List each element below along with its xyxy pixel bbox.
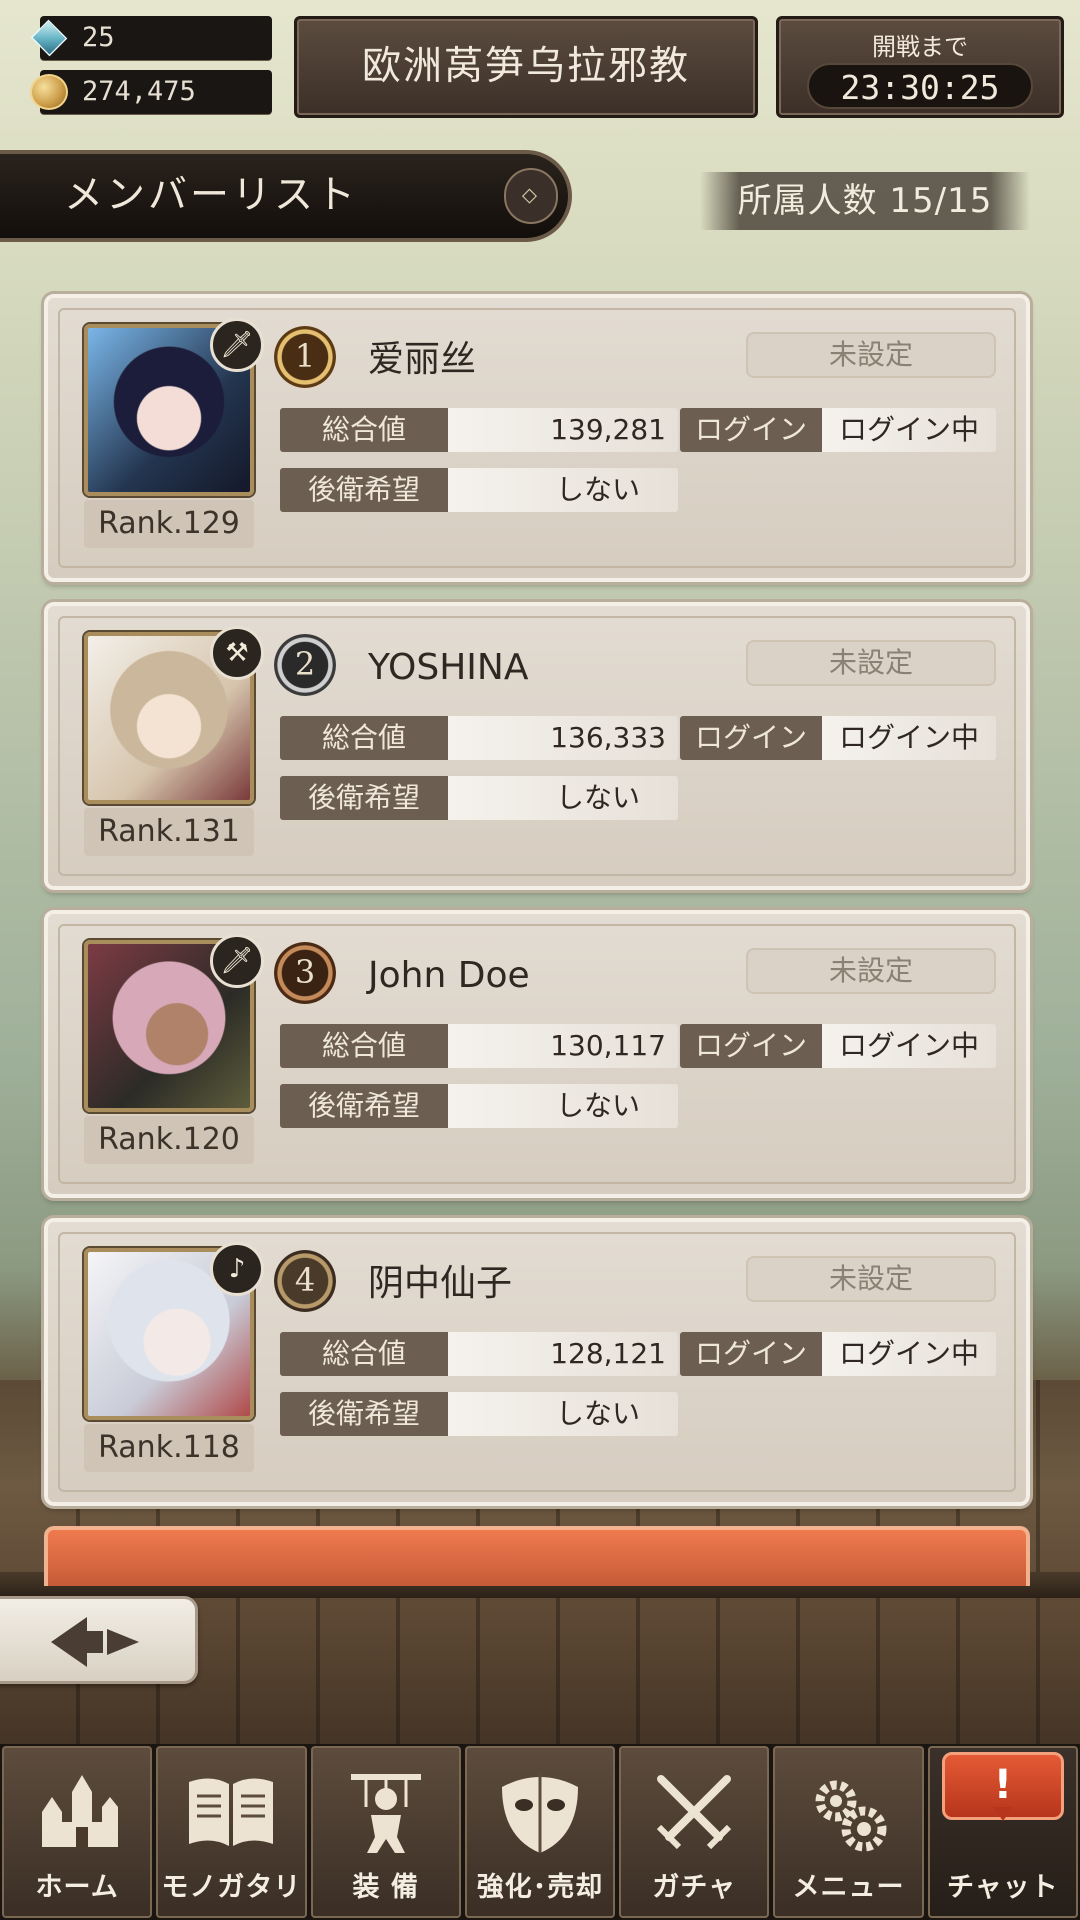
sword-icon: 🗡 (210, 318, 264, 372)
nav-home-label: ホーム (35, 1872, 119, 1903)
rear-guard-label: 後衛希望 (280, 1392, 448, 1436)
bottom-navigation: ホーム モノガタリ 装 備 強化･売却 ガチャ メニュー ! チャット (0, 1744, 1080, 1920)
chat-alert-icon: ! (941, 1752, 1064, 1821)
back-button[interactable] (0, 1596, 198, 1684)
login-label: ログイン (680, 1024, 822, 1068)
login-value: ログイン中 (822, 408, 996, 452)
gem-icon (30, 19, 68, 57)
member-name: 阴中仙子 (368, 1263, 513, 1304)
nav-enhance-label: 強化･売却 (476, 1872, 604, 1903)
login-value: ログイン中 (822, 1332, 996, 1376)
member-rank: Rank.129 (84, 500, 254, 548)
puppet-icon (313, 1762, 459, 1862)
role-status-badge: 未設定 (746, 948, 996, 994)
member-name: 爱丽丝 (368, 339, 477, 380)
login-value: ログイン中 (822, 716, 996, 760)
member-card[interactable]: 🗡 Rank.129 1 爱丽丝 未設定 総合値 139,281 ログイン ログ… (44, 294, 1030, 582)
gold-counter: 274,475 (30, 70, 272, 114)
nav-story-label: モノガタリ (161, 1872, 302, 1903)
rear-guard-value: しない (448, 468, 678, 512)
total-value: 139,281 (448, 408, 678, 452)
member-list-header: メンバーリスト ⬦ (0, 150, 572, 242)
gears-icon (775, 1762, 921, 1862)
coin-icon (30, 74, 68, 110)
guild-name-plate: 欧洲莴笋乌拉邪教 (294, 16, 758, 118)
member-name: YOSHINA (368, 647, 529, 688)
total-label: 総合値 (280, 408, 448, 452)
member-card[interactable]: ⚒ Rank.131 2 YOSHINA 未設定 総合値 136,333 ログイ… (44, 602, 1030, 890)
ranking-medal: 1 (274, 326, 336, 388)
nav-chat-label: チャット (946, 1872, 1059, 1903)
total-label: 総合値 (280, 716, 448, 760)
ranking-medal: 4 (274, 1250, 336, 1312)
total-value: 128,121 (448, 1332, 678, 1376)
harp-icon: ♪ (210, 1242, 264, 1296)
sword-icon: 🗡 (210, 934, 264, 988)
rear-guard-value: しない (448, 1084, 678, 1128)
rear-guard-label: 後衛希望 (280, 1084, 448, 1128)
nav-gacha[interactable]: ガチャ (619, 1746, 770, 1918)
member-list-title: メンバーリスト (64, 173, 359, 218)
guild-name: 欧洲莴笋乌拉邪教 (361, 44, 690, 89)
battle-timer: 開戦まで 23:30:25 (776, 16, 1064, 118)
ranking-medal: 2 (274, 634, 336, 696)
gem-count: 25 (82, 22, 115, 53)
nav-story[interactable]: モノガタリ (156, 1746, 307, 1918)
rear-guard-label: 後衛希望 (280, 776, 448, 820)
login-label: ログイン (680, 1332, 822, 1376)
login-value: ログイン中 (822, 1024, 996, 1068)
nav-menu[interactable]: メニュー (773, 1746, 924, 1918)
member-rank: Rank.131 (84, 808, 254, 856)
castle-icon (4, 1762, 150, 1862)
total-label: 総合値 (280, 1332, 448, 1376)
member-rank: Rank.120 (84, 1116, 254, 1164)
login-label: ログイン (680, 408, 822, 452)
gem-counter: 25 (30, 16, 272, 60)
rear-guard-value: しない (448, 1392, 678, 1436)
member-card[interactable]: ♪ Rank.118 4 阴中仙子 未設定 総合値 128,121 ログイン ロ… (44, 1218, 1030, 1506)
member-card[interactable]: 🗡 Rank.120 3 John Doe 未設定 総合値 130,117 ログ… (44, 910, 1030, 1198)
nav-home[interactable]: ホーム (2, 1746, 153, 1918)
member-rank: Rank.118 (84, 1424, 254, 1472)
member-count: 所属人数 15/15 (700, 172, 1030, 230)
role-status-badge: 未設定 (746, 332, 996, 378)
role-status-badge: 未設定 (746, 640, 996, 686)
gold-count: 274,475 (82, 76, 196, 107)
nav-equipment-label: 装 備 (352, 1872, 419, 1903)
member-card-partial[interactable] (44, 1526, 1030, 1586)
mask-icon (467, 1762, 613, 1862)
hammer-icon: ⚒ (210, 626, 264, 680)
total-label: 総合値 (280, 1024, 448, 1068)
nav-enhance-sell[interactable]: 強化･売却 (464, 1746, 616, 1918)
timer-value: 23:30:25 (807, 63, 1033, 109)
ranking-medal: 3 (274, 942, 336, 1004)
nav-equipment[interactable]: 装 備 (310, 1746, 461, 1918)
book-icon (158, 1762, 304, 1862)
nav-gacha-label: ガチャ (652, 1872, 737, 1903)
sort-toggle-icon[interactable]: ⬦ (504, 168, 558, 224)
timer-label: 開戦まで (872, 33, 968, 61)
rear-guard-label: 後衛希望 (280, 468, 448, 512)
member-name: John Doe (368, 955, 530, 996)
total-value: 136,333 (448, 716, 678, 760)
back-arrow-icon (51, 1617, 139, 1667)
role-status-badge: 未設定 (746, 1256, 996, 1302)
nav-menu-label: メニュー (792, 1872, 905, 1903)
nav-chat[interactable]: ! チャット (927, 1746, 1078, 1918)
total-value: 130,117 (448, 1024, 678, 1068)
rear-guard-value: しない (448, 776, 678, 820)
crossed-swords-icon (621, 1762, 767, 1862)
login-label: ログイン (680, 716, 822, 760)
